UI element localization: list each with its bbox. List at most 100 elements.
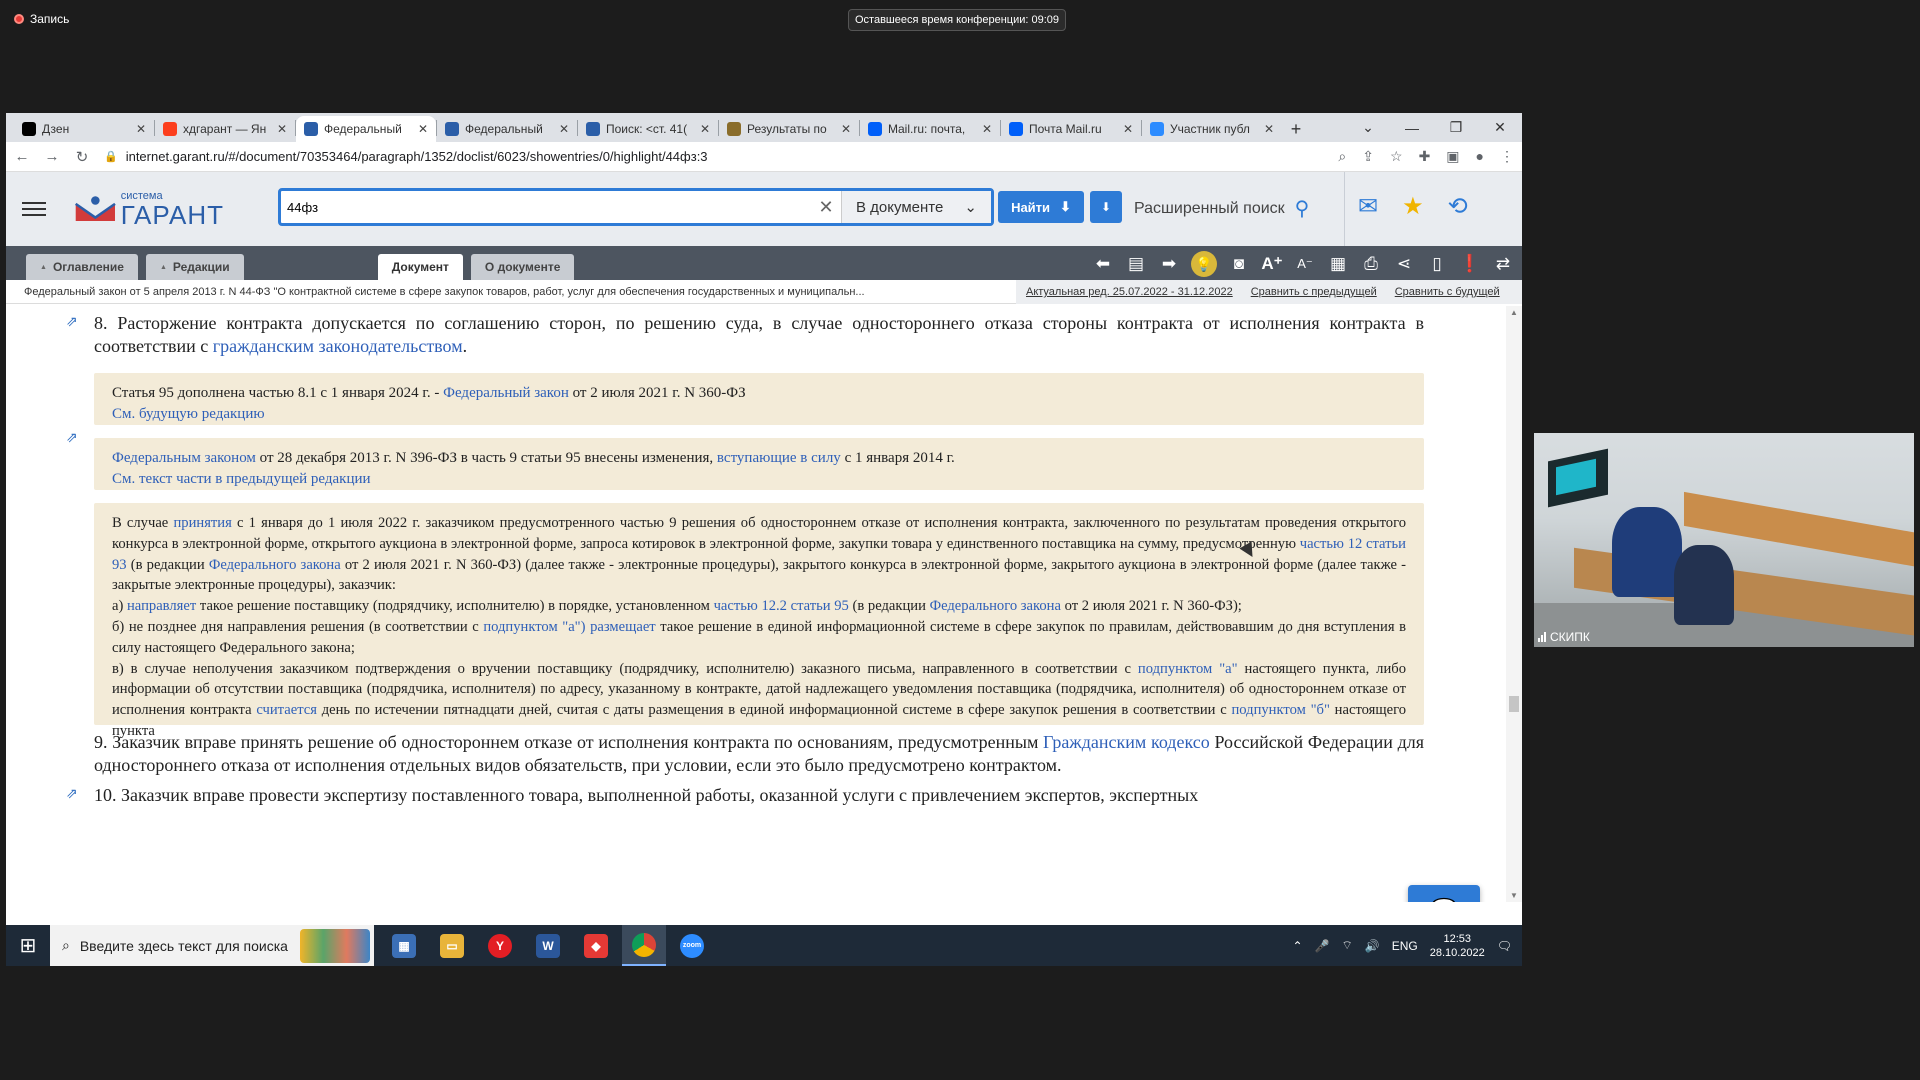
extensions-icon[interactable]: ✚ [1419,148,1431,165]
close-tab-icon[interactable]: ✕ [982,122,992,136]
mail-users-icon[interactable]: ✉ [1358,192,1378,221]
tab-search-icon[interactable]: ⌄ [1346,113,1390,142]
search-input[interactable] [281,191,811,223]
federal-law-link[interactable]: Федеральным законом [112,450,256,466]
browser-tab[interactable]: Федеральный ✕ [296,116,436,142]
arrow-right-icon[interactable]: ➡ [1158,254,1180,274]
link-pointer-icon[interactable]: ⇗ [66,430,78,447]
close-tab-icon[interactable]: ✕ [841,122,851,136]
tab-document[interactable]: Документ [377,254,463,280]
tab-editions[interactable]: ▲ Редакции [145,254,244,280]
advanced-search-link[interactable]: Расширенный поиск ⚲ [1134,196,1309,221]
adoption-link[interactable]: принятия [173,515,231,531]
previous-edition-link[interactable]: См. текст части в предыдущей редакции [112,469,1406,490]
participant-video[interactable]: СКИПК [1534,433,1914,647]
find-dropdown-button[interactable]: ⬇ [1090,191,1122,223]
arrow-left-icon[interactable]: ⬅ [1092,254,1114,274]
part12-2-art95-link[interactable]: частью 12.2 статьи 95 [714,598,849,614]
print-icon[interactable]: ⎙ [1360,254,1382,274]
font-increase-icon[interactable]: A⁺ [1261,254,1283,274]
alert-icon[interactable]: ❗ [1459,254,1481,274]
federal-law-link[interactable]: Федерального закона [930,598,1061,614]
voice-icon[interactable]: ◙ [1228,254,1250,274]
subparagraph-a-link[interactable]: подпунктом "а" [1138,661,1238,677]
history-icon[interactable]: ⟲ [1448,192,1468,221]
compare-previous-link[interactable]: Сравнить с предыдущей [1251,286,1377,298]
zoom-icon[interactable]: ⌕ [1338,148,1346,165]
browser-tab[interactable]: Дзен ✕ [14,116,154,142]
yandex-browser-app[interactable]: Y [478,925,522,966]
zoom-app[interactable]: zoom [670,925,714,966]
url-field[interactable]: 🔒 internet.garant.ru/#/document/70353464… [104,149,1324,164]
close-tab-icon[interactable]: ✕ [136,122,146,136]
browser-tab[interactable]: Участник публ ✕ [1142,116,1282,142]
explorer-app[interactable]: ▭ [430,925,474,966]
browser-tab[interactable]: Поиск: <ст. 41(✕ [578,116,718,142]
new-tab-button[interactable]: + [1282,116,1310,142]
link-pointer-icon[interactable]: ⇗ [66,786,78,803]
lightbulb-icon[interactable]: 💡 [1191,251,1217,277]
bookmark-star-icon[interactable]: ☆ [1390,148,1403,165]
future-edition-link[interactable]: См. будущую редакцию [112,404,1406,425]
scroll-down-icon[interactable]: ▼ [1510,891,1518,900]
network-icon[interactable]: ⌔ [1341,938,1352,953]
civil-code-link[interactable]: Гражданским кодексо [1043,732,1210,752]
restore-icon[interactable]: ❐ [1434,113,1478,142]
current-edition-link[interactable]: Актуальная ред. 25.07.2022 - 31.12.2022 [1026,286,1233,298]
language-indicator[interactable]: ENG [1392,939,1418,953]
subparagraph-a-link[interactable]: подпунктом "а") [483,619,585,635]
bookmark-icon[interactable]: ▯ [1426,254,1448,274]
subparagraph-b-link[interactable]: подпунктом "б" [1231,702,1329,718]
swap-icon[interactable]: ⇄ [1492,254,1514,274]
federal-law-link[interactable]: Федеральный закон [443,385,569,401]
profile-icon[interactable]: ● [1476,148,1484,165]
kebab-menu-icon[interactable]: ⋮ [1500,148,1514,165]
browser-tab[interactable]: хдгарант — Ян ✕ [155,116,295,142]
chrome-app[interactable] [622,925,666,966]
clock[interactable]: 12:53 28.10.2022 [1430,932,1485,960]
save-icon[interactable]: ▦ [1327,254,1349,274]
anydesk-app[interactable]: ◆ [574,925,618,966]
minimize-icon[interactable]: — [1390,113,1434,142]
effective-link[interactable]: вступающие в силу [717,450,841,466]
document-icon[interactable]: ▤ [1125,254,1147,274]
close-tab-icon[interactable]: ✕ [700,122,710,136]
windows-start-icon[interactable]: ⊞ [6,933,50,958]
sends-link[interactable]: направляет [127,598,196,614]
search-scope-select[interactable]: В документе ⌄ [841,191,991,223]
find-button[interactable]: Найти ⬇ [998,191,1084,223]
link-pointer-icon[interactable]: ⇗ [66,314,78,331]
calculator-app[interactable]: ▦ [382,925,426,966]
close-tab-icon[interactable]: ✕ [1264,122,1274,136]
forward-icon[interactable]: → [44,148,60,165]
federal-law-link[interactable]: Федерального закона [209,557,341,573]
places-link[interactable]: размещает [590,619,656,635]
browser-tab[interactable]: Mail.ru: почта, ✕ [860,116,1000,142]
share-icon[interactable]: ⇪ [1362,148,1374,165]
tab-about-document[interactable]: О документе [470,254,575,280]
reload-icon[interactable]: ↻ [74,148,90,166]
browser-tab[interactable]: Почта Mail.ru ✕ [1001,116,1141,142]
scroll-up-icon[interactable]: ▲ [1510,308,1518,317]
tab-contents[interactable]: ▲ Оглавление [26,254,138,280]
close-tab-icon[interactable]: ✕ [559,122,569,136]
back-icon[interactable]: ← [14,148,30,165]
taskbar-search[interactable]: ⌕ Введите здесь текст для поиска [50,925,374,966]
close-tab-icon[interactable]: ✕ [1123,122,1133,136]
tray-chevron-icon[interactable]: ⌃ [1292,939,1302,953]
compare-next-link[interactable]: Сравнить с будущей [1395,286,1500,298]
browser-tab[interactable]: Федеральный ✕ [437,116,577,142]
close-tab-icon[interactable]: ✕ [277,122,287,136]
close-tab-icon[interactable]: ✕ [418,122,428,136]
garant-logo[interactable]: система ГАРАНТ [74,190,224,228]
side-panel-icon[interactable]: ▣ [1446,148,1459,165]
clear-search-icon[interactable]: ✕ [811,197,841,218]
close-window-icon[interactable]: ✕ [1478,113,1522,142]
scrollbar-thumb[interactable] [1509,696,1519,712]
favorites-star-icon[interactable]: ★ [1402,192,1424,221]
notifications-icon[interactable]: 🗨 [1497,939,1512,953]
font-decrease-icon[interactable]: A⁻ [1294,256,1316,272]
microphone-icon[interactable]: 🎤 [1315,939,1330,953]
considered-link[interactable]: считается [256,702,317,718]
document-scrollbar[interactable]: ▲ ▼ [1506,306,1522,902]
